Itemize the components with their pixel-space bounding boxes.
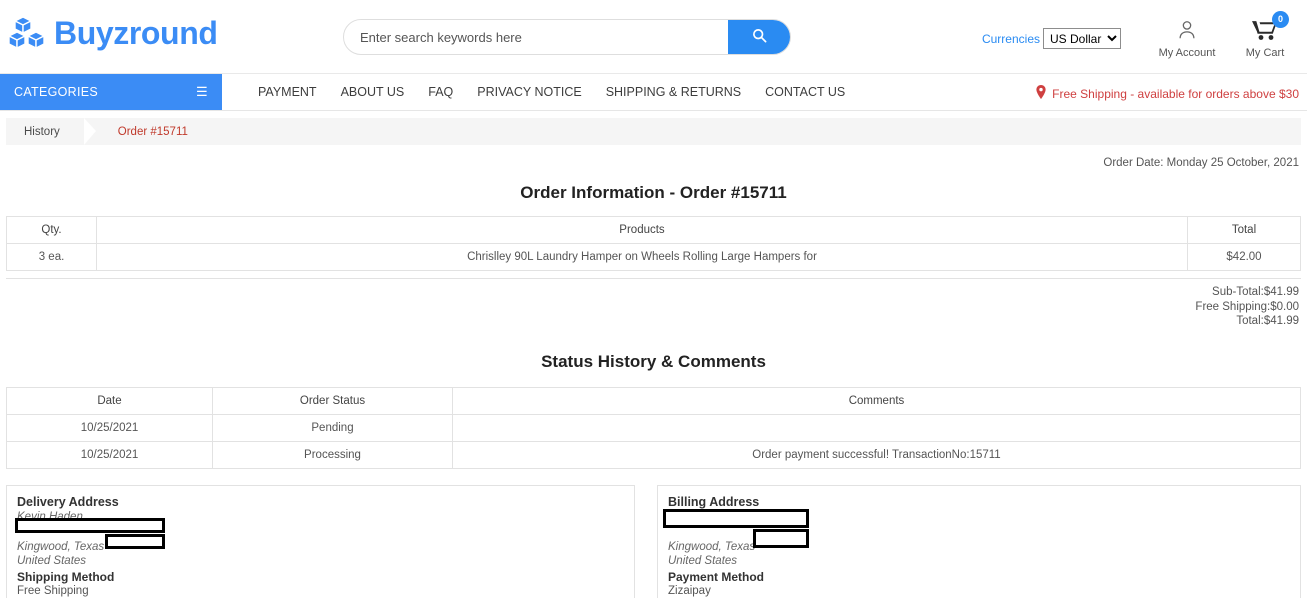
nav-item-privacy-notice[interactable]: PRIVACY NOTICE <box>465 85 593 99</box>
shipping-method-heading: Shipping Method <box>17 570 115 585</box>
col-header-products: Products <box>96 216 1188 244</box>
cart-icon-wrap: 0 <box>1228 11 1302 45</box>
nav-item-about-us[interactable]: ABOUT US <box>329 85 417 99</box>
delivery-address-box: Delivery Address Kevin Haden Kingwood, T… <box>6 485 635 598</box>
billing-address-heading: Billing Address <box>668 495 760 510</box>
products-table: Qty. Products Total 3 ea. Chrislley 90L … <box>6 216 1301 271</box>
pin-icon <box>1036 85 1046 102</box>
status-table-header-row: Date Order Status Comments <box>6 387 1301 416</box>
search-bar[interactable] <box>343 19 791 55</box>
cart-count-badge: 0 <box>1272 11 1289 28</box>
breadcrumb-item-order: Order #15711 <box>117 125 188 138</box>
my-cart-link[interactable]: 0 My Cart <box>1228 11 1302 59</box>
my-account-label: My Account <box>1158 47 1216 59</box>
subtotal-line: Sub-Total:$41.99 <box>1212 286 1299 298</box>
user-icon <box>1150 18 1224 42</box>
payment-method-value: Zizaipay <box>668 585 711 598</box>
delivery-street-redaction <box>15 518 165 534</box>
delivery-country: United States <box>17 555 87 568</box>
cell-comment: Order payment successful! TransactionNo:… <box>452 441 1301 470</box>
logo-text: Buyzround <box>54 15 218 51</box>
table-row: 10/25/2021 Processing Order payment succ… <box>6 441 1301 470</box>
shopping-cart-icon <box>1252 21 1278 45</box>
table-row: 10/25/2021 Pending <box>6 414 1301 443</box>
free-shipping-promo: Free Shipping - available for orders abo… <box>1036 85 1299 102</box>
cell-product-name: Chrislley 90L Laundry Hamper on Wheels R… <box>96 243 1188 271</box>
table-row: 3 ea. Chrislley 90L Laundry Hamper on Wh… <box>6 243 1301 271</box>
free-shipping-text: Free Shipping - available for orders abo… <box>1052 86 1299 101</box>
col-header-order-status: Order Status <box>212 387 453 416</box>
order-totals: Sub-Total:$41.99 Free Shipping:$0.00 Tot… <box>6 279 1301 329</box>
currency-selector[interactable]: Currencies US Dollar <box>982 28 1121 49</box>
cell-date: 10/25/2021 <box>6 414 213 443</box>
boxes-icon <box>7 13 52 53</box>
status-history-table: Date Order Status Comments 10/25/2021 Pe… <box>6 387 1301 470</box>
cell-date: 10/25/2021 <box>6 441 213 470</box>
cell-qty: 3 ea. <box>6 243 97 271</box>
addresses-row: Delivery Address Kevin Haden Kingwood, T… <box>6 485 1301 598</box>
billing-country: United States <box>668 555 738 568</box>
total-line: Total:$41.99 <box>1236 315 1299 328</box>
shipping-method-value: Free Shipping <box>17 585 89 598</box>
nav-item-shipping-returns[interactable]: SHIPPING & RETURNS <box>594 85 753 99</box>
categories-button[interactable]: CATEGORIES ☰ <box>0 74 222 110</box>
site-header: Buyzround Currencies US Dollar My Accoun… <box>0 0 1307 74</box>
main-content: Order Date: Monday 25 October, 2021 Orde… <box>0 145 1307 598</box>
billing-address-box: Billing Address Kevin Haden Kingwood, Te… <box>657 485 1301 598</box>
search-button[interactable] <box>728 20 790 54</box>
payment-method-heading: Payment Method <box>668 570 765 585</box>
hamburger-icon[interactable]: ☰ <box>196 84 208 100</box>
delivery-city-state-text: Kingwood, Texas <box>17 540 105 553</box>
order-date: Order Date: Monday 25 October, 2021 <box>1103 157 1299 169</box>
col-header-total: Total <box>1187 216 1301 244</box>
billing-street-redaction <box>663 509 809 529</box>
my-account-link[interactable]: My Account <box>1150 18 1224 59</box>
col-header-qty: Qty. <box>6 216 97 244</box>
col-header-comments: Comments <box>452 387 1301 416</box>
shipping-line: Free Shipping:$0.00 <box>1195 300 1299 313</box>
nav-links: PAYMENT ABOUT US FAQ PRIVACY NOTICE SHIP… <box>222 74 857 110</box>
delivery-address-heading: Delivery Address <box>17 495 119 510</box>
main-navigation: CATEGORIES ☰ PAYMENT ABOUT US FAQ PRIVAC… <box>0 74 1307 111</box>
breadcrumb: History Order #15711 <box>6 118 1301 145</box>
nav-item-payment[interactable]: PAYMENT <box>246 85 329 99</box>
breadcrumb-separator-icon <box>83 118 96 145</box>
my-cart-label: My Cart <box>1245 47 1285 59</box>
billing-city-state-text: Kingwood, Texas <box>668 540 756 553</box>
currency-select[interactable]: US Dollar <box>1043 28 1121 49</box>
breadcrumb-wrapper: History Order #15711 <box>0 111 1307 145</box>
delivery-zip-redaction <box>105 534 165 550</box>
categories-label: CATEGORIES <box>14 85 99 99</box>
breadcrumb-item-history[interactable]: History <box>24 126 60 138</box>
nav-item-faq[interactable]: FAQ <box>416 85 465 99</box>
currencies-label: Currencies <box>981 31 1040 46</box>
cell-total: $42.00 <box>1187 243 1301 271</box>
cell-comment <box>452 414 1301 443</box>
search-icon <box>752 28 767 46</box>
search-input[interactable] <box>344 20 728 54</box>
products-table-header-row: Qty. Products Total <box>6 216 1301 244</box>
nav-item-contact-us[interactable]: CONTACT US <box>753 85 857 99</box>
cell-status: Processing <box>212 441 453 470</box>
page-title: Order Information - Order #15711 <box>520 183 787 202</box>
site-logo[interactable]: Buyzround <box>7 13 218 53</box>
status-history-title: Status History & Comments <box>541 352 766 372</box>
billing-zip-redaction <box>753 529 809 549</box>
cell-status: Pending <box>212 414 453 443</box>
col-header-date: Date <box>6 387 213 416</box>
